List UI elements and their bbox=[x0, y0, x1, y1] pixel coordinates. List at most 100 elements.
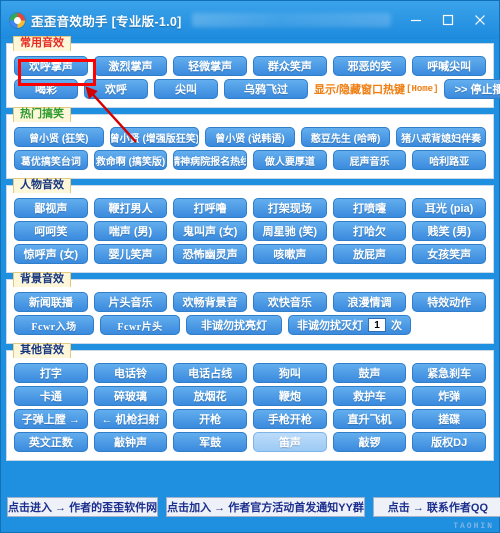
sound-button-be-honest[interactable]: 做人要厚道 bbox=[253, 150, 327, 170]
sound-button-fireworks[interactable]: 放烟花 bbox=[173, 386, 248, 406]
window-title: 歪歪音效助手 [专业版-1.0] bbox=[31, 14, 182, 29]
sound-button-fcwr-opening[interactable]: Fcwr片头 bbox=[100, 315, 180, 335]
sound-button-zengxiaoxian-korean[interactable]: 曾小贤 (说韩语) bbox=[205, 127, 295, 147]
sound-button-helicopter[interactable]: 直升飞机 bbox=[332, 409, 407, 429]
group-background-effects: 背景音效 新闻联播 片头音乐 欢畅背景音 欢快音乐 浪漫情调 特效动作 Fcwr… bbox=[6, 272, 494, 344]
sound-button-sneeze[interactable]: 打喷嚏 bbox=[332, 198, 407, 218]
sound-button-ghost-scream-female[interactable]: 鬼叫声 (女) bbox=[173, 221, 248, 241]
sound-button-bell-strike[interactable]: 敲钟声 bbox=[93, 432, 168, 452]
sound-button-cheer[interactable]: 欢呼 bbox=[84, 79, 148, 99]
sound-button-whip-man[interactable]: 鞭打男人 bbox=[93, 198, 168, 218]
sound-button-flute[interactable]: 笛声 bbox=[253, 432, 327, 452]
window-controls bbox=[401, 7, 495, 33]
sound-button-drum[interactable]: 鼓声 bbox=[332, 363, 407, 383]
sound-button-cough[interactable]: 咳嗽声 bbox=[253, 244, 327, 264]
sound-button-asylum-hotline[interactable]: 精神病院报名热线 bbox=[173, 150, 248, 170]
sound-button-romantic-mood[interactable]: 浪漫情调 bbox=[332, 292, 407, 312]
sound-button-contempt[interactable]: 鄙视声 bbox=[14, 198, 88, 218]
link-official-yy-group[interactable]: 点击加入 → 作者官方活动首发通知YY群 bbox=[166, 497, 365, 517]
group-label-character: 人物音效 bbox=[13, 178, 71, 193]
sound-button-help-funny[interactable]: 救命啊 (搞笑版) bbox=[93, 150, 168, 170]
sound-button-cheer-applause[interactable]: 欢呼掌声 bbox=[14, 56, 88, 76]
sound-button-gong[interactable]: 敲锣 bbox=[332, 432, 407, 452]
sound-button-exclaim-female[interactable]: 惊呼声 (女) bbox=[14, 244, 88, 264]
sound-button-applause[interactable]: 喝彩 bbox=[14, 79, 78, 99]
sound-button-crowd-laugh[interactable]: 群众笑声 bbox=[253, 56, 327, 76]
sound-button-fcwr-entrance[interactable]: Fcwr入场 bbox=[14, 315, 94, 335]
sound-button-girl-laugh[interactable]: 女孩笑声 bbox=[412, 244, 487, 264]
stop-playback-button[interactable]: >> 停止播放音效 << bbox=[444, 79, 500, 99]
minimize-icon[interactable] bbox=[401, 7, 431, 33]
sound-button-hallelujah[interactable]: 哈利路亚 bbox=[412, 150, 487, 170]
sound-button-evil-laugh[interactable]: 邪恶的笑 bbox=[332, 56, 407, 76]
sound-button-machine-gun[interactable]: ← 机枪扫射 bbox=[93, 409, 168, 429]
sound-button-fcwr-light-off[interactable]: 非诚勿扰灭灯 1 次 bbox=[288, 315, 411, 335]
sound-button-pigsy-carries-bride[interactable]: 猪八戒背媳妇伴奏 bbox=[396, 127, 486, 147]
sound-button-military-drum[interactable]: 军鼓 bbox=[173, 432, 248, 452]
close-icon[interactable] bbox=[465, 7, 495, 33]
button-row: 新闻联播 片头音乐 欢畅背景音 欢快音乐 浪漫情调 特效动作 bbox=[11, 292, 489, 312]
sound-button-shout-scream[interactable]: 呼喊尖叫 bbox=[412, 56, 487, 76]
sound-button-stephen-chow-laugh[interactable]: 周星驰 (笑) bbox=[253, 221, 327, 241]
watermark-label: TAOHIN bbox=[453, 522, 494, 531]
link-contact-author-qq[interactable]: 点击 → 联系作者QQ bbox=[372, 497, 500, 517]
light-off-count-input[interactable]: 1 bbox=[368, 318, 386, 332]
sound-button-fcwr-light-on[interactable]: 非诚勿扰亮灯 bbox=[186, 315, 282, 335]
button-row: 呵呵笑 喘声 (男) 鬼叫声 (女) 周星驰 (笑) 打哈欠 贱笑 (男) bbox=[11, 221, 489, 241]
sound-button-zengxiaoxian-laugh[interactable]: 曾小贤 (狂笑) bbox=[14, 127, 104, 147]
sound-button-panting-male[interactable]: 喘声 (男) bbox=[93, 221, 168, 241]
sound-button-news-broadcast[interactable]: 新闻联播 bbox=[14, 292, 88, 312]
button-row: 欢呼掌声 激烈掌声 轻微掌声 群众笑声 邪恶的笑 呼喊尖叫 bbox=[11, 56, 489, 76]
sound-button-dog-bark[interactable]: 狗叫 bbox=[253, 363, 327, 383]
sound-button-hehe-laugh[interactable]: 呵呵笑 bbox=[14, 221, 88, 241]
group-other-effects: 其他音效 打字 电话铃 电话占线 狗叫 鼓声 紧急刹车 卡通 碎玻璃 放烟花 鞭… bbox=[6, 343, 494, 461]
sound-button-bomb[interactable]: 炸弹 bbox=[412, 386, 487, 406]
sound-button-english-count[interactable]: 英文正数 bbox=[14, 432, 88, 452]
sound-button-cartoon[interactable]: 卡通 bbox=[14, 386, 88, 406]
app-window: 歪歪音效助手 [专业版-1.0] 常用音效 欢呼掌声 激烈掌声 轻微掌声 群众笑… bbox=[0, 0, 500, 533]
sound-button-emergency-brake[interactable]: 紧急刹车 bbox=[412, 363, 487, 383]
sound-button-fart[interactable]: 放屁声 bbox=[332, 244, 407, 264]
sound-button-snoring[interactable]: 打呼噜 bbox=[173, 198, 248, 218]
sound-button-gunshot[interactable]: 开枪 bbox=[173, 409, 248, 429]
sound-button-crow-flyby[interactable]: 乌鸦飞过 bbox=[224, 79, 308, 99]
button-row: 曾小贤 (狂笑) 曾小贤 (增强版狂笑) 曾小贤 (说韩语) 憨豆先生 (哈啼)… bbox=[11, 127, 489, 147]
sound-button-geyou-lines[interactable]: 葛优搞笑台词 bbox=[14, 150, 88, 170]
sound-button-typing[interactable]: 打字 bbox=[14, 363, 88, 383]
sound-button-light-applause[interactable]: 轻微掌声 bbox=[173, 56, 248, 76]
main-content: 常用音效 欢呼掌声 激烈掌声 轻微掌声 群众笑声 邪恶的笑 呼喊尖叫 喝彩 欢呼… bbox=[1, 36, 500, 532]
button-row: 打字 电话铃 电话占线 狗叫 鼓声 紧急刹车 bbox=[11, 363, 489, 383]
button-row: 英文正数 敲钟声 军鼓 笛声 敲锣 版权DJ bbox=[11, 432, 489, 452]
group-character-effects: 人物音效 鄙视声 鞭打男人 打呼噜 打架现场 打喷嚏 耳光 (pia) 呵呵笑 … bbox=[6, 178, 494, 273]
sound-button-horror-ghost[interactable]: 恐怖幽灵声 bbox=[173, 244, 248, 264]
sound-button-breaking-glass[interactable]: 碎玻璃 bbox=[93, 386, 168, 406]
sound-button-firecracker[interactable]: 鞭炮 bbox=[253, 386, 327, 406]
sound-button-fight-scene[interactable]: 打架现场 bbox=[253, 198, 327, 218]
sound-button-pistol-shot[interactable]: 手枪开枪 bbox=[253, 409, 327, 429]
sound-button-phone-busy[interactable]: 电话占线 bbox=[173, 363, 248, 383]
sound-button-intense-applause[interactable]: 激烈掌声 bbox=[93, 56, 168, 76]
sound-button-sleazy-laugh-male[interactable]: 贱笑 (男) bbox=[412, 221, 487, 241]
light-off-suffix-label: 次 bbox=[391, 320, 402, 332]
sound-button-fart-music[interactable]: 屁声音乐 bbox=[332, 150, 407, 170]
sound-button-slap[interactable]: 耳光 (pia) bbox=[412, 198, 487, 218]
sound-button-baby-laugh[interactable]: 婴儿笑声 bbox=[93, 244, 168, 264]
sound-button-scratch-dj[interactable]: 搓碟 bbox=[412, 409, 487, 429]
maximize-icon[interactable] bbox=[433, 7, 463, 33]
sound-button-copyright-dj[interactable]: 版权DJ bbox=[412, 432, 487, 452]
title-blurred-area bbox=[191, 13, 391, 27]
sound-button-bullet-load[interactable]: 子弹上膛 → bbox=[14, 409, 88, 429]
sound-button-ambulance[interactable]: 救护车 bbox=[332, 386, 407, 406]
sound-button-happy-music[interactable]: 欢快音乐 bbox=[253, 292, 327, 312]
light-off-prefix-label: 非诚勿扰灭灯 bbox=[297, 320, 363, 332]
sound-button-zengxiaoxian-laugh-enhanced[interactable]: 曾小贤 (增强版狂笑) bbox=[109, 127, 200, 147]
sound-button-scream[interactable]: 尖叫 bbox=[154, 79, 218, 99]
link-author-website[interactable]: 点击进入 → 作者的歪歪软件网 bbox=[7, 497, 159, 517]
sound-button-yawn[interactable]: 打哈欠 bbox=[332, 221, 407, 241]
sound-button-phone-ring[interactable]: 电话铃 bbox=[93, 363, 168, 383]
sound-button-mr-bean[interactable]: 憨豆先生 (哈啼) bbox=[300, 127, 391, 147]
button-row: 喝彩 欢呼 尖叫 乌鸦飞过 显示/隐藏窗口热键 [Home] >> 停止播放音效… bbox=[11, 79, 500, 99]
sound-button-opening-music[interactable]: 片头音乐 bbox=[93, 292, 168, 312]
sound-button-special-action[interactable]: 特效动作 bbox=[412, 292, 487, 312]
sound-button-cheerful-bgm[interactable]: 欢畅背景音 bbox=[173, 292, 248, 312]
